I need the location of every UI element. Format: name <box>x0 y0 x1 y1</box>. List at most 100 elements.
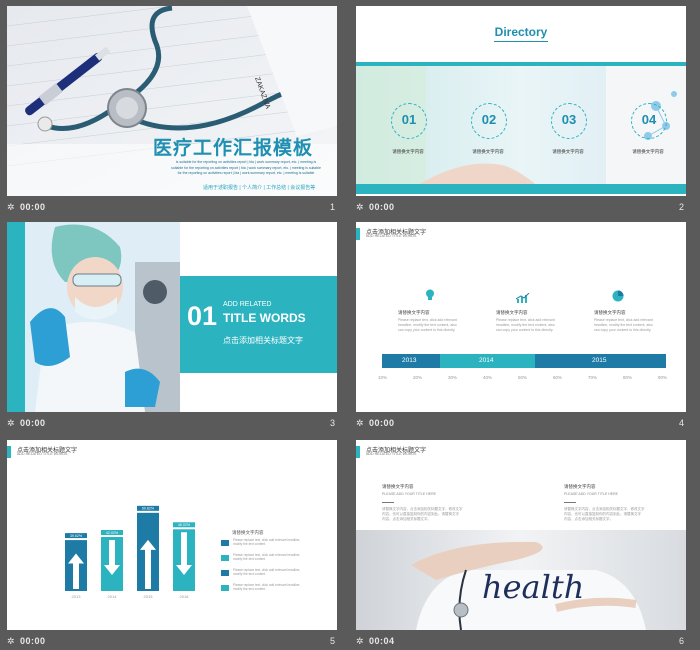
percent-label: 20% <box>413 375 423 380</box>
bar-chart: 39.62% 2013 42.02% 2014 60.82% 2015 48.02% 2016 <box>65 505 195 599</box>
column-subtitle: PLEASE ADD YOUR TITLE HERE <box>382 492 436 496</box>
legend-text: Please replace text, click add relevant … <box>233 538 301 546</box>
slide-timing: 00:00 <box>20 418 46 428</box>
percent-label: 60% <box>553 375 563 380</box>
column-subtitle: PLEASE ADD YOUR TITLE HERE <box>564 492 618 496</box>
slide-2-title: Directory <box>494 25 548 39</box>
slide-6: 点击添加相关标题文字 ADD RELATED TITLE WORDS 请替换文字… <box>356 440 686 630</box>
legend-item: Please replace text, click add relevant … <box>221 568 331 583</box>
slide-1: ZAKAZIVA 医疗工作汇报模板 is suitable for the re… <box>7 6 337 196</box>
percent-label: 40% <box>483 375 493 380</box>
slide-timing: 00:00 <box>369 202 395 212</box>
legend-item: Please replace text, click add relevant … <box>221 553 331 568</box>
slide-meta: ✲ 00:00 1 <box>7 202 337 216</box>
trend-chart-icon <box>515 290 530 303</box>
legend-swatch <box>221 555 229 561</box>
slide-1-description: is suitable for the reporting on activit… <box>157 160 335 177</box>
legend-text: Please replace text, click add relevant … <box>233 568 301 576</box>
category-label: 2015 <box>144 594 154 599</box>
timeline-label: 2013 <box>402 357 417 364</box>
legend-swatch <box>221 570 229 576</box>
legend-text: Please replace text, click add relevant … <box>233 553 301 561</box>
legend-item: Please replace text, click add relevant … <box>221 538 331 553</box>
legend-swatch <box>221 585 229 591</box>
left-stripe <box>7 222 25 412</box>
section-number: 01 <box>187 301 218 331</box>
lightbulb-icon <box>425 288 435 300</box>
slide-subheader: ADD RELATED TITLE WORDS <box>17 452 68 456</box>
percent-label: 10% <box>378 375 388 380</box>
column-title: 请替换文字内容 <box>382 484 414 489</box>
data-label: 42.02% <box>106 531 119 535</box>
percent-label: 30% <box>448 375 458 380</box>
transition-star-icon[interactable]: ✲ <box>7 636 15 647</box>
percent-label: 90% <box>658 375 668 380</box>
directory-number: 04 <box>641 112 657 127</box>
legend-text: Please replace text, click add relevant … <box>233 583 301 591</box>
slide-meta: ✲ 00:00 4 <box>356 418 686 432</box>
category-label: 2016 <box>180 594 190 599</box>
percent-label: 50% <box>518 375 528 380</box>
slide-meta: ✲ 00:00 3 <box>7 418 337 432</box>
slide-timing: 00:00 <box>20 636 46 646</box>
add-related-label: ADD RELATED <box>223 301 272 308</box>
directory-label: 请替换文字内容 <box>392 149 424 154</box>
slide-1-subtitle: 适用于述职报告 | 个人简介 | 工作总结 | 会议报告等 <box>203 185 316 191</box>
slide-number: 4 <box>678 418 684 428</box>
feature-title: 请替换文字内容 <box>594 310 626 315</box>
directory-number: 02 <box>481 112 497 127</box>
percent-label: 80% <box>623 375 633 380</box>
feature-title: 请替换文字内容 <box>496 310 528 315</box>
column-divider <box>564 502 576 503</box>
title-underline <box>494 41 548 42</box>
category-label: 2013 <box>72 594 82 599</box>
desc-line: is suitable for the reporting on activit… <box>175 160 317 164</box>
text-column-2: 请替换文字内容 PLEASE ADD YOUR TITLE HERE 请替换文字… <box>564 484 679 522</box>
header-accent <box>7 446 11 458</box>
directory-number: 01 <box>401 112 417 127</box>
slide-number: 2 <box>678 202 684 212</box>
chart-legend: Please replace text, click add relevant … <box>221 538 331 598</box>
directory-label: 请替换文字内容 <box>472 149 504 154</box>
slide-number: 6 <box>678 636 684 646</box>
slide-timing: 00:04 <box>369 636 395 646</box>
directory-label: 请替换文字内容 <box>632 149 664 154</box>
transition-star-icon[interactable]: ✲ <box>356 636 364 647</box>
percent-scale: 10% 20% 30% 40% 50% 60% 70% 80% 90% <box>378 375 668 383</box>
section-cn-title: 点击添加相关标题文字 <box>223 336 303 345</box>
data-label: 48.02% <box>178 523 191 527</box>
header-accent <box>356 228 360 240</box>
pie-chart-icon <box>612 289 624 302</box>
timeline-label: 2014 <box>479 357 494 364</box>
slide-number: 5 <box>329 636 335 646</box>
directory-number: 03 <box>561 112 577 127</box>
directory-label: 请替换文字内容 <box>552 149 584 154</box>
column-title: 请替换文字内容 <box>564 484 596 489</box>
desc-line: for the reporting on activities report |… <box>177 171 315 175</box>
column-body: 请替换文字内容，点击添加相关标题文字，修改文字 内容，也可以直接复制你的内容到此。… <box>564 507 645 521</box>
slide-subheader: ADD RELATED TITLE WORDS <box>366 452 417 456</box>
legend-swatch <box>221 540 229 546</box>
slide-3: 01 ADD RELATED TITLE WORDS 点击添加相关标题文字 <box>7 222 337 412</box>
feature-desc: Please replace text, click add relevant h… <box>496 318 555 332</box>
transition-star-icon[interactable]: ✲ <box>7 202 15 213</box>
slide-meta: ✲ 00:04 6 <box>356 636 686 650</box>
percent-label: 70% <box>588 375 598 380</box>
header-accent <box>356 446 360 458</box>
data-label: 39.62% <box>70 534 83 538</box>
slide-timing: 00:00 <box>369 418 395 428</box>
transition-star-icon[interactable]: ✲ <box>7 418 15 429</box>
timeline-label: 2015 <box>592 357 607 364</box>
slide-2: Directory 01 请替换文字内容 02 请替换文字内容 03 请替换文字内容 04 请… <box>356 6 686 196</box>
transition-star-icon[interactable]: ✲ <box>356 202 364 213</box>
slide-meta: ✲ 00:00 2 <box>356 202 686 216</box>
transition-star-icon[interactable]: ✲ <box>356 418 364 429</box>
directory-item: 04 <box>631 103 667 139</box>
slide-number: 3 <box>329 418 335 428</box>
directory-item: 02 <box>471 103 507 139</box>
slide-5: 点击添加相关标题文字 ADD RELATED TITLE WORDS 39.62… <box>7 440 337 630</box>
feature-title: 请替换文字内容 <box>398 310 430 315</box>
data-label: 60.82% <box>142 507 155 511</box>
health-word: health <box>482 568 585 606</box>
slide-timing: 00:00 <box>20 202 46 212</box>
